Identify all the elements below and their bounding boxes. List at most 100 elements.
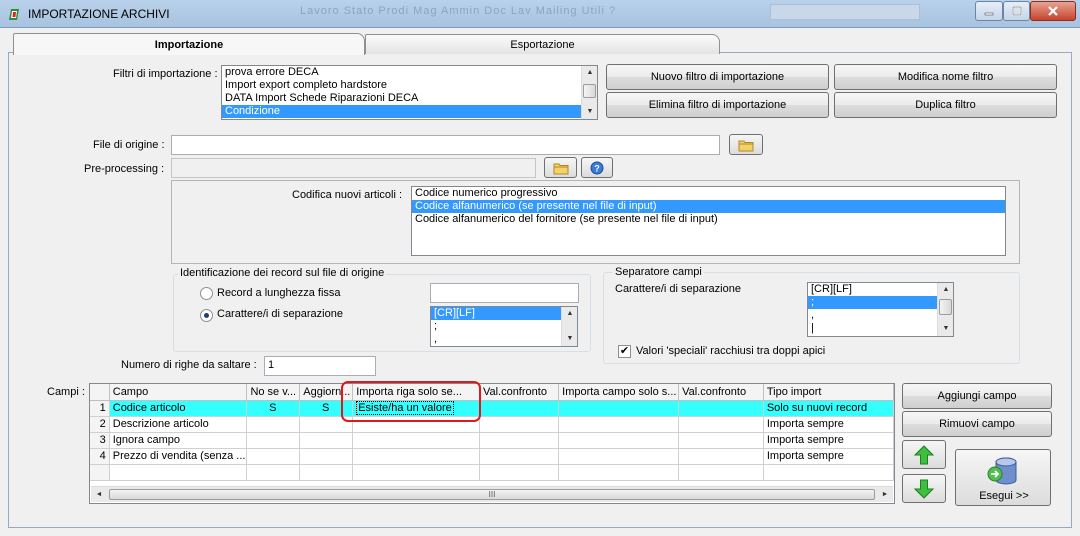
move-down-button[interactable] (902, 474, 946, 503)
browse-source-button[interactable] (729, 134, 763, 155)
column-header[interactable]: Importa campo solo s... (558, 384, 680, 401)
filters-scrollbar[interactable]: ▲ ▼ (581, 66, 597, 119)
rename-filter-button[interactable]: Modifica nome filtro (834, 64, 1057, 90)
list-item-selected[interactable]: ; (808, 296, 953, 309)
table-cell[interactable] (479, 416, 560, 433)
table-cell[interactable]: Importa sempre (763, 416, 894, 433)
scroll-down-icon[interactable]: ▼ (938, 322, 953, 336)
list-item[interactable]: Codice numerico progressivo (412, 187, 1005, 200)
fixed-length-input[interactable] (430, 283, 579, 303)
table-cell[interactable] (678, 416, 764, 433)
separator-radio[interactable] (200, 309, 213, 322)
browse-preprocessing-button[interactable] (544, 157, 577, 178)
list-item[interactable]: | (808, 322, 953, 335)
new-filter-button[interactable]: Nuovo filtro di importazione (606, 64, 829, 90)
table-cell[interactable] (246, 448, 301, 465)
table-cell[interactable] (558, 400, 680, 417)
database-run-icon (987, 457, 1017, 485)
table-cell[interactable]: S (246, 400, 301, 417)
table-cell[interactable] (352, 448, 480, 465)
table-row[interactable]: 1 Codice articolo S S Esiste/ha un valor… (90, 400, 894, 417)
field-separator-list[interactable]: [CR][LF] ; , | ▲ ▼ (807, 282, 954, 337)
source-file-input[interactable] (171, 135, 720, 155)
scroll-down-icon[interactable]: ▼ (582, 105, 597, 119)
fields-grid[interactable]: Campo No se v... Aggiorn... Importa riga… (89, 383, 895, 504)
table-cell[interactable]: Ignora campo (109, 432, 248, 449)
column-header[interactable] (90, 384, 110, 401)
table-row[interactable]: 4 Prezzo di vendita (senza ... Importa s… (90, 448, 894, 465)
list-item-selected[interactable]: [CR][LF] (431, 307, 577, 320)
article-coding-list[interactable]: Codice numerico progressivo Codice alfan… (411, 186, 1006, 256)
list-item[interactable]: prova errore DECA (222, 66, 597, 79)
table-cell[interactable]: Descrizione articolo (109, 416, 248, 433)
list-item-selected[interactable]: Condizione (222, 105, 597, 118)
column-header[interactable]: Val.confronto (479, 384, 560, 401)
column-header[interactable]: Tipo import (763, 384, 894, 401)
scroll-thumb[interactable] (583, 84, 596, 98)
column-header[interactable]: Val.confronto (678, 384, 764, 401)
filters-list[interactable]: prova errore DECA Import export completo… (221, 65, 598, 120)
fixed-length-radio[interactable] (200, 287, 213, 300)
scroll-up-icon[interactable]: ▲ (938, 283, 953, 297)
table-cell[interactable] (558, 448, 680, 465)
list-item[interactable]: , (431, 333, 577, 346)
scroll-thumb[interactable]: III (109, 489, 875, 500)
scroll-down-icon[interactable]: ▼ (562, 332, 577, 346)
table-cell[interactable] (558, 416, 680, 433)
scroll-thumb[interactable] (939, 299, 952, 315)
list-item[interactable]: [CR][LF] (808, 283, 953, 296)
remove-field-button[interactable]: Rimuovi campo (902, 411, 1052, 437)
list-item-selected[interactable]: Codice alfanumerico (se presente nel fil… (412, 200, 1005, 213)
table-cell[interactable]: Solo su nuovi record (763, 400, 894, 417)
table-cell[interactable] (246, 416, 301, 433)
table-cell[interactable] (299, 448, 354, 465)
table-cell[interactable]: Importa sempre (763, 432, 894, 449)
column-header[interactable]: Campo (109, 384, 248, 401)
skip-rows-input[interactable]: 1 (264, 356, 376, 376)
execute-button[interactable]: Esegui >> (955, 449, 1051, 506)
table-row[interactable]: 2 Descrizione articolo Importa sempre (90, 416, 894, 433)
table-cell[interactable] (479, 448, 560, 465)
scroll-up-icon[interactable]: ▲ (562, 307, 577, 321)
field-separator-scrollbar[interactable]: ▲ ▼ (937, 283, 953, 336)
move-up-button[interactable] (902, 440, 946, 469)
record-separator-scrollbar[interactable]: ▲ ▼ (561, 307, 577, 346)
close-button[interactable] (1030, 1, 1076, 21)
table-cell[interactable]: Codice articolo (109, 400, 248, 417)
table-cell[interactable] (678, 400, 764, 417)
table-cell[interactable] (246, 432, 301, 449)
list-item[interactable]: Import export completo hardstore (222, 79, 597, 92)
filters-label: Filtri di importazione : (113, 68, 218, 80)
table-row[interactable]: 3 Ignora campo Importa sempre (90, 432, 894, 449)
table-cell[interactable] (558, 432, 680, 449)
column-header[interactable]: No se v... (246, 384, 301, 401)
table-cell[interactable]: Importa sempre (763, 448, 894, 465)
preprocessing-input[interactable] (171, 158, 536, 178)
list-item[interactable]: Codice alfanumerico del fornitore (se pr… (412, 213, 1005, 226)
table-cell[interactable] (352, 432, 480, 449)
preprocessing-help-button[interactable]: ? (581, 157, 613, 178)
scroll-left-icon[interactable]: ◄ (91, 487, 107, 503)
delete-filter-button[interactable]: Elimina filtro di importazione (606, 92, 829, 118)
minimize-button[interactable] (975, 1, 1003, 21)
duplicate-filter-button[interactable]: Duplica filtro (834, 92, 1057, 118)
tab-importazione[interactable]: Importazione (13, 33, 365, 55)
grid-horizontal-scrollbar[interactable]: ◄ III ► (91, 486, 893, 502)
list-item[interactable]: ; (431, 320, 577, 333)
table-cell[interactable] (299, 432, 354, 449)
add-field-button[interactable]: Aggiungi campo (902, 383, 1052, 409)
table-cell[interactable] (678, 448, 764, 465)
scroll-right-icon[interactable]: ► (877, 487, 893, 503)
list-item[interactable]: , (808, 309, 953, 322)
tab-esportazione[interactable]: Esportazione (365, 34, 720, 54)
quotes-checkbox[interactable]: ✔ (618, 345, 631, 358)
maximize-button[interactable] (1003, 1, 1030, 21)
record-separator-list[interactable]: [CR][LF] ; , ▲ ▼ (430, 306, 578, 347)
table-cell[interactable] (479, 400, 560, 417)
field-separator-chars-label: Carattere/i di separazione (615, 283, 741, 295)
scroll-up-icon[interactable]: ▲ (582, 66, 597, 80)
table-cell[interactable] (479, 432, 560, 449)
table-cell[interactable]: Prezzo di vendita (senza ... (109, 448, 248, 465)
list-item[interactable]: DATA Import Schede Riparazioni DECA (222, 92, 597, 105)
table-cell[interactable] (678, 432, 764, 449)
